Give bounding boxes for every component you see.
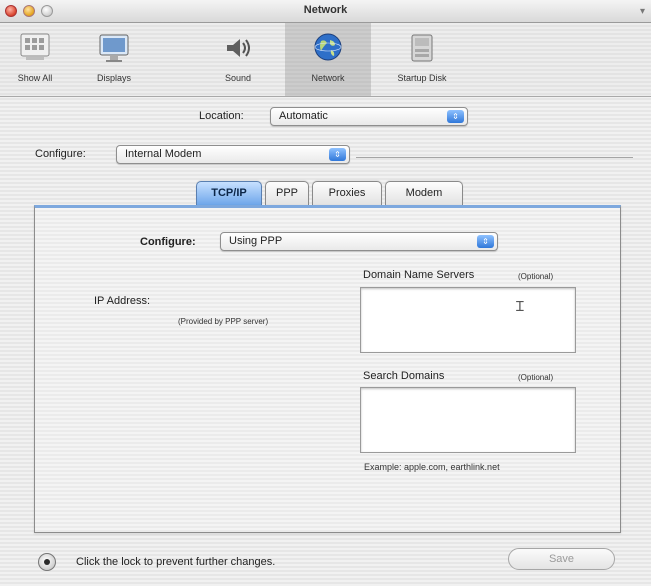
dns-label: Domain Name Servers [363,269,475,281]
configure-popup[interactable]: Internal Modem ⇕ [116,145,350,164]
lock-button[interactable] [38,553,56,571]
tcpip-configure-popup[interactable]: Using PPP ⇕ [220,232,498,251]
toolbar-item-label: Displays [96,73,131,83]
search-domains-field[interactable] [360,387,576,453]
toolbar-item-displays[interactable]: Displays [72,23,156,96]
tcpip-panel [34,205,621,533]
location-popup[interactable]: Automatic ⇕ [270,107,468,126]
separator-line [356,157,633,158]
tab-label: Proxies [328,187,366,199]
toolbar-item-label: Startup Disk [397,73,447,83]
save-button[interactable]: Save [508,548,615,570]
location-label: Location: [199,110,244,122]
displays-icon [99,34,129,62]
tcpip-configure-label: Configure: [140,236,196,248]
search-domains-optional: (Optional) [518,373,554,382]
toolbar-item-sound[interactable]: Sound [198,23,278,96]
tab-ppp[interactable]: PPP [265,181,309,205]
popup-arrows-icon: ⇕ [477,235,494,248]
window-title: Network [303,4,348,16]
toolbar: Show All Displays Sound Network Startup … [0,23,651,97]
window-titlebar: Network ▾ [0,0,651,23]
toolbar-item-network[interactable]: Network [285,23,371,96]
tab-label: Modem [405,187,443,199]
location-value: Automatic [279,110,328,122]
tab-tcpip[interactable]: TCP/IP [196,181,262,205]
toolbar-item-label: Network [311,73,345,83]
tab-proxies[interactable]: Proxies [312,181,382,205]
example-text: Example: apple.com, earthlink.net [364,462,500,472]
popup-arrows-icon: ⇕ [329,148,346,161]
tab-label: PPP [275,187,298,199]
configure-value: Internal Modem [125,148,202,160]
search-domains-label: Search Domains [363,370,445,382]
tcpip-configure-value: Using PPP [229,235,283,247]
text-cursor-icon: Ɪ [516,298,524,314]
toolbar-item-startup-disk[interactable]: Startup Disk [380,23,464,96]
toolbar-toggle-button[interactable]: ▾ [640,6,645,17]
dns-optional: (Optional) [518,272,554,281]
configure-label: Configure: [35,148,86,160]
toolbar-item-label: Sound [224,73,252,83]
lock-icon [44,559,50,565]
show-all-icon [20,33,50,60]
toolbar-item-show-all[interactable]: Show All [6,23,64,96]
ip-address-note: (Provided by PPP server) [178,317,269,326]
dns-servers-field[interactable] [360,287,576,353]
network-icon [314,33,342,61]
tab-label: TCP/IP [211,187,247,199]
ip-address-label: IP Address: [94,295,151,307]
popup-arrows-icon: ⇕ [447,110,464,123]
sound-icon [227,39,250,57]
tab-modem[interactable]: Modem [385,181,463,205]
toolbar-item-label: Show All [17,73,53,83]
startup-disk-icon [411,34,433,62]
lock-text: Click the lock to prevent further change… [76,556,276,568]
